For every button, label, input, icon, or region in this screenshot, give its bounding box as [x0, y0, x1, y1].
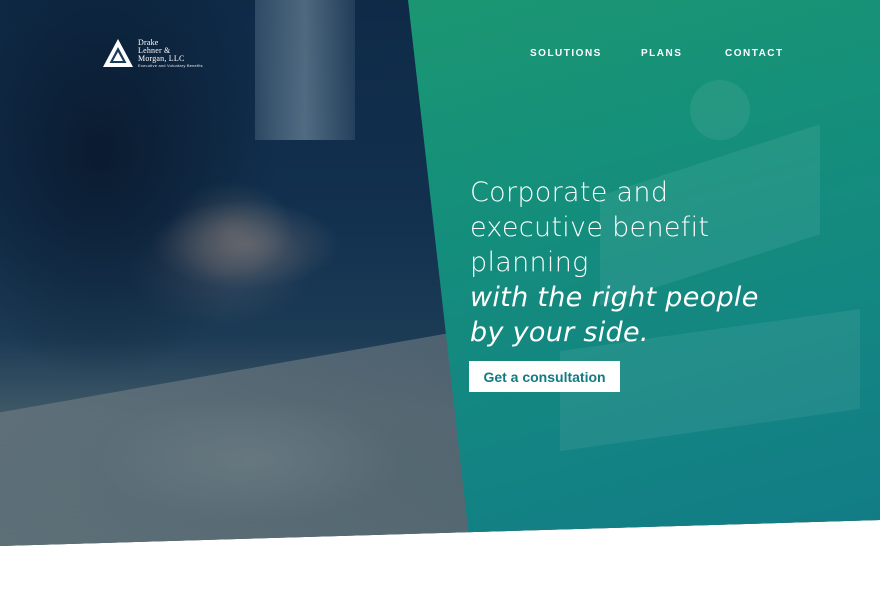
nav-plans[interactable]: PLANS — [641, 48, 682, 59]
brand-logo[interactable]: Drake Lehner & Morgan, LLC Executive and… — [102, 38, 203, 72]
brand-tagline: Executive and Voluntary Benefits — [138, 63, 203, 68]
brand-name: Drake Lehner & Morgan, LLC Executive and… — [138, 39, 203, 69]
triangle-logo-icon — [103, 39, 133, 67]
headline-line-2: executive benefit — [470, 212, 710, 244]
subhead-line-1: with the right people — [470, 282, 759, 314]
subhead-line-2: by your side. — [470, 317, 649, 349]
headline-line-1: Corporate and — [470, 177, 669, 209]
panel-ghost-plant — [690, 80, 750, 140]
nav-contact[interactable]: CONTACT — [725, 48, 784, 59]
nav-solutions[interactable]: SOLUTIONS — [530, 48, 602, 59]
get-consultation-button[interactable]: Get a consultation — [469, 361, 620, 392]
brand-name-line-3: Morgan, LLC — [138, 54, 185, 63]
headline-line-3: planning — [470, 247, 589, 279]
hero-headline: Corporate and executive benefit planning… — [470, 175, 850, 350]
